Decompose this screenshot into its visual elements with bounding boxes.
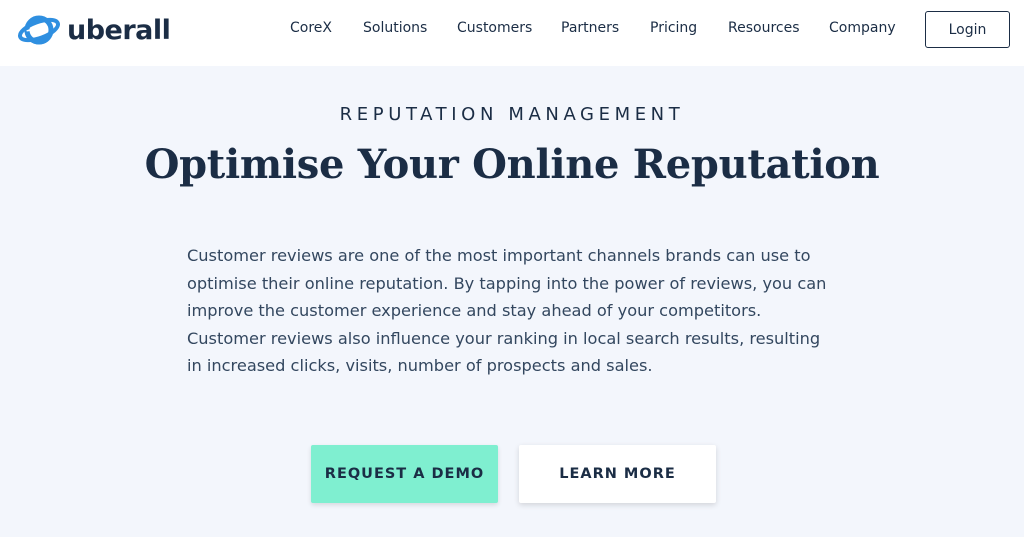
request-demo-button[interactable]: REQUEST A DEMO bbox=[311, 445, 498, 503]
nav-pricing[interactable]: Pricing bbox=[650, 20, 697, 36]
login-button[interactable]: Login bbox=[925, 11, 1010, 48]
nav-company[interactable]: Company bbox=[829, 20, 896, 36]
nav-solutions[interactable]: Solutions bbox=[363, 20, 427, 36]
section-eyebrow: REPUTATION MANAGEMENT bbox=[339, 104, 685, 125]
nav-resources[interactable]: Resources bbox=[728, 20, 800, 36]
hero-description: Customer reviews are one of the most imp… bbox=[187, 246, 827, 375]
site-header: uberall CoreX Solutions Customers Partne… bbox=[0, 0, 1024, 66]
nav-customers[interactable]: Customers bbox=[457, 20, 532, 36]
logo[interactable]: uberall bbox=[17, 12, 171, 48]
nav-corex[interactable]: CoreX bbox=[290, 20, 332, 36]
nav-partners[interactable]: Partners bbox=[561, 20, 619, 36]
planet-ring-icon bbox=[18, 15, 60, 45]
page-title: Optimise Your Online Reputation bbox=[144, 141, 880, 188]
learn-more-button[interactable]: LEARN MORE bbox=[519, 445, 716, 503]
logo-text: uberall bbox=[67, 14, 171, 46]
